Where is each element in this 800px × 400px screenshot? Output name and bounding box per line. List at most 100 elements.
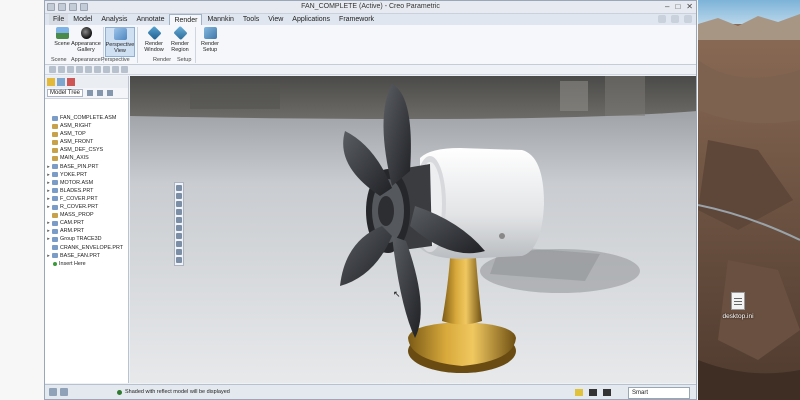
- refit-icon[interactable]: [176, 185, 182, 191]
- menu-model[interactable]: Model: [69, 14, 96, 25]
- expand-arrow-icon[interactable]: ▸: [45, 163, 52, 171]
- window-icon[interactable]: [103, 66, 110, 73]
- tree-item[interactable]: FAN_COMPLETE.ASM: [45, 114, 129, 122]
- tree-item[interactable]: ASM_TOP: [45, 130, 129, 138]
- scene-icon: [55, 27, 69, 39]
- expand-arrow-icon[interactable]: ▸: [45, 252, 52, 260]
- render-region-button[interactable]: Render Region: [165, 25, 195, 53]
- save-icon[interactable]: [67, 66, 74, 73]
- part-icon: [52, 204, 58, 210]
- open-icon[interactable]: [58, 66, 65, 73]
- render-setup-icon: [203, 27, 217, 39]
- tree-item[interactable]: ▸ F_COVER.PRT: [45, 195, 129, 203]
- expand-arrow-icon[interactable]: ▸: [45, 179, 52, 187]
- settings-icon[interactable]: [121, 66, 128, 73]
- expand-arrow-icon[interactable]: ▸: [45, 203, 52, 211]
- tree-item[interactable]: ASM_FRONT: [45, 138, 129, 146]
- menu-annotate[interactable]: Annotate: [132, 14, 168, 25]
- zoom-in-icon[interactable]: [176, 193, 182, 199]
- zoom-out-icon[interactable]: [176, 201, 182, 207]
- menu-bar: File Model Analysis Annotate Render Mann…: [45, 13, 696, 26]
- close-window-icon[interactable]: [112, 66, 119, 73]
- select-icon[interactable]: [589, 389, 597, 396]
- datum-display-icon[interactable]: [176, 257, 182, 263]
- menu-render[interactable]: Render: [169, 13, 203, 26]
- tree-item[interactable]: ▸ BASE_FAN.PRT: [45, 252, 129, 260]
- tree-item[interactable]: ▸ YOKE.PRT: [45, 171, 129, 179]
- group-perspective[interactable]: Perspective: [101, 57, 130, 63]
- tree-filter-icon[interactable]: [97, 90, 104, 96]
- close-icon[interactable]: ✕: [686, 2, 693, 11]
- tree-item-label: Group TRACE3D: [60, 236, 102, 243]
- new-icon[interactable]: [49, 66, 56, 73]
- selection-filter-dropdown[interactable]: Smart: [628, 387, 690, 399]
- menu-tools[interactable]: Tools: [239, 14, 263, 25]
- plane-icon: [52, 131, 58, 137]
- menu-framework[interactable]: Framework: [335, 14, 378, 25]
- navigator-toggle-icon[interactable]: [49, 388, 57, 396]
- tree-item[interactable]: ▸ MOTOR.ASM: [45, 179, 129, 187]
- tree-item[interactable]: MAIN_AXIS: [45, 154, 129, 162]
- search-icon[interactable]: [684, 15, 692, 23]
- tree-item[interactable]: ▸ BASE_PIN.PRT: [45, 163, 129, 171]
- tree-item-label: ASM_RIGHT: [60, 123, 92, 130]
- tree-item[interactable]: CRANK_ENVELOPE.PRT: [45, 244, 129, 252]
- tree-item[interactable]: MASS_PROP: [45, 211, 129, 219]
- tree-item[interactable]: ▸ CAM.PRT: [45, 219, 129, 227]
- perspective-icon[interactable]: [176, 241, 182, 247]
- tree-item[interactable]: ▸ ARM.PRT: [45, 227, 129, 235]
- tree-item-label: ASM_DEF_CSYS: [60, 147, 104, 154]
- menu-analysis[interactable]: Analysis: [97, 14, 131, 25]
- menu-view[interactable]: View: [264, 14, 287, 25]
- tree-show-icon[interactable]: [107, 90, 114, 96]
- part-icon: [52, 188, 58, 194]
- redo-icon[interactable]: [85, 66, 92, 73]
- display-style-icon[interactable]: [176, 217, 182, 223]
- window-title: FAN_COMPLETE (Active) - Creo Parametric: [301, 3, 440, 10]
- favorites-icon[interactable]: [67, 78, 75, 86]
- screen: FAN_COMPLETE (Active) - Creo Parametric …: [0, 0, 800, 400]
- spin-center-icon[interactable]: [176, 249, 182, 255]
- settings-icon[interactable]: [671, 15, 679, 23]
- expand-arrow-icon[interactable]: ▸: [45, 219, 52, 227]
- perspective-view-button[interactable]: Perspective View: [105, 27, 135, 57]
- expand-arrow-icon[interactable]: ▸: [45, 235, 52, 243]
- render-setup-button[interactable]: Render Setup: [195, 27, 225, 53]
- repaint-icon[interactable]: [176, 209, 182, 215]
- ini-file-icon: [731, 292, 745, 310]
- undo-icon[interactable]: [76, 66, 83, 73]
- minimize-icon[interactable]: –: [665, 2, 669, 11]
- tree-item[interactable]: ▸ Group TRACE3D: [45, 235, 129, 243]
- view-manager-icon[interactable]: [176, 233, 182, 239]
- regenerate-icon[interactable]: [94, 66, 101, 73]
- tree-item[interactable]: ▸ BLADES.PRT: [45, 187, 129, 195]
- part-icon: [52, 220, 58, 226]
- menu-applications[interactable]: Applications: [288, 14, 334, 25]
- group-scene: Scene: [51, 57, 67, 63]
- expand-arrow-icon[interactable]: ▸: [45, 227, 52, 235]
- tree-item[interactable]: ASM_DEF_CSYS: [45, 146, 129, 154]
- menu-file[interactable]: File: [49, 14, 69, 25]
- maximize-icon[interactable]: □: [675, 2, 680, 11]
- expand-arrow-icon[interactable]: ▸: [45, 187, 52, 195]
- tree-item[interactable]: ▸ R_COVER.PRT: [45, 203, 129, 211]
- folder-browser-icon[interactable]: [57, 78, 65, 86]
- menu-mannkin[interactable]: Mannkin: [203, 14, 237, 25]
- filter-icon[interactable]: [603, 389, 611, 396]
- model-tree-tab-icon[interactable]: [47, 78, 55, 86]
- expand-arrow-icon[interactable]: ▸: [45, 171, 52, 179]
- appearance-gallery-button[interactable]: Appearance Gallery: [71, 27, 101, 53]
- tab-model-tree[interactable]: Model Tree: [47, 89, 84, 97]
- graphics-viewport[interactable]: ↖: [130, 76, 696, 383]
- plane-icon: [52, 123, 58, 129]
- expand-arrow-icon[interactable]: ▸: [45, 195, 52, 203]
- tree-item[interactable]: Insert Here: [45, 260, 129, 268]
- tree-item[interactable]: ASM_RIGHT: [45, 122, 129, 130]
- tree-item-label: MAIN_AXIS: [60, 155, 89, 162]
- saved-views-icon[interactable]: [176, 225, 182, 231]
- desktop-file-icon[interactable]: desktop.ini: [718, 292, 758, 320]
- regen-status-icon[interactable]: [575, 389, 583, 396]
- help-icon[interactable]: [658, 15, 666, 23]
- browser-toggle-icon[interactable]: [60, 388, 68, 396]
- tree-settings-icon[interactable]: [87, 90, 94, 96]
